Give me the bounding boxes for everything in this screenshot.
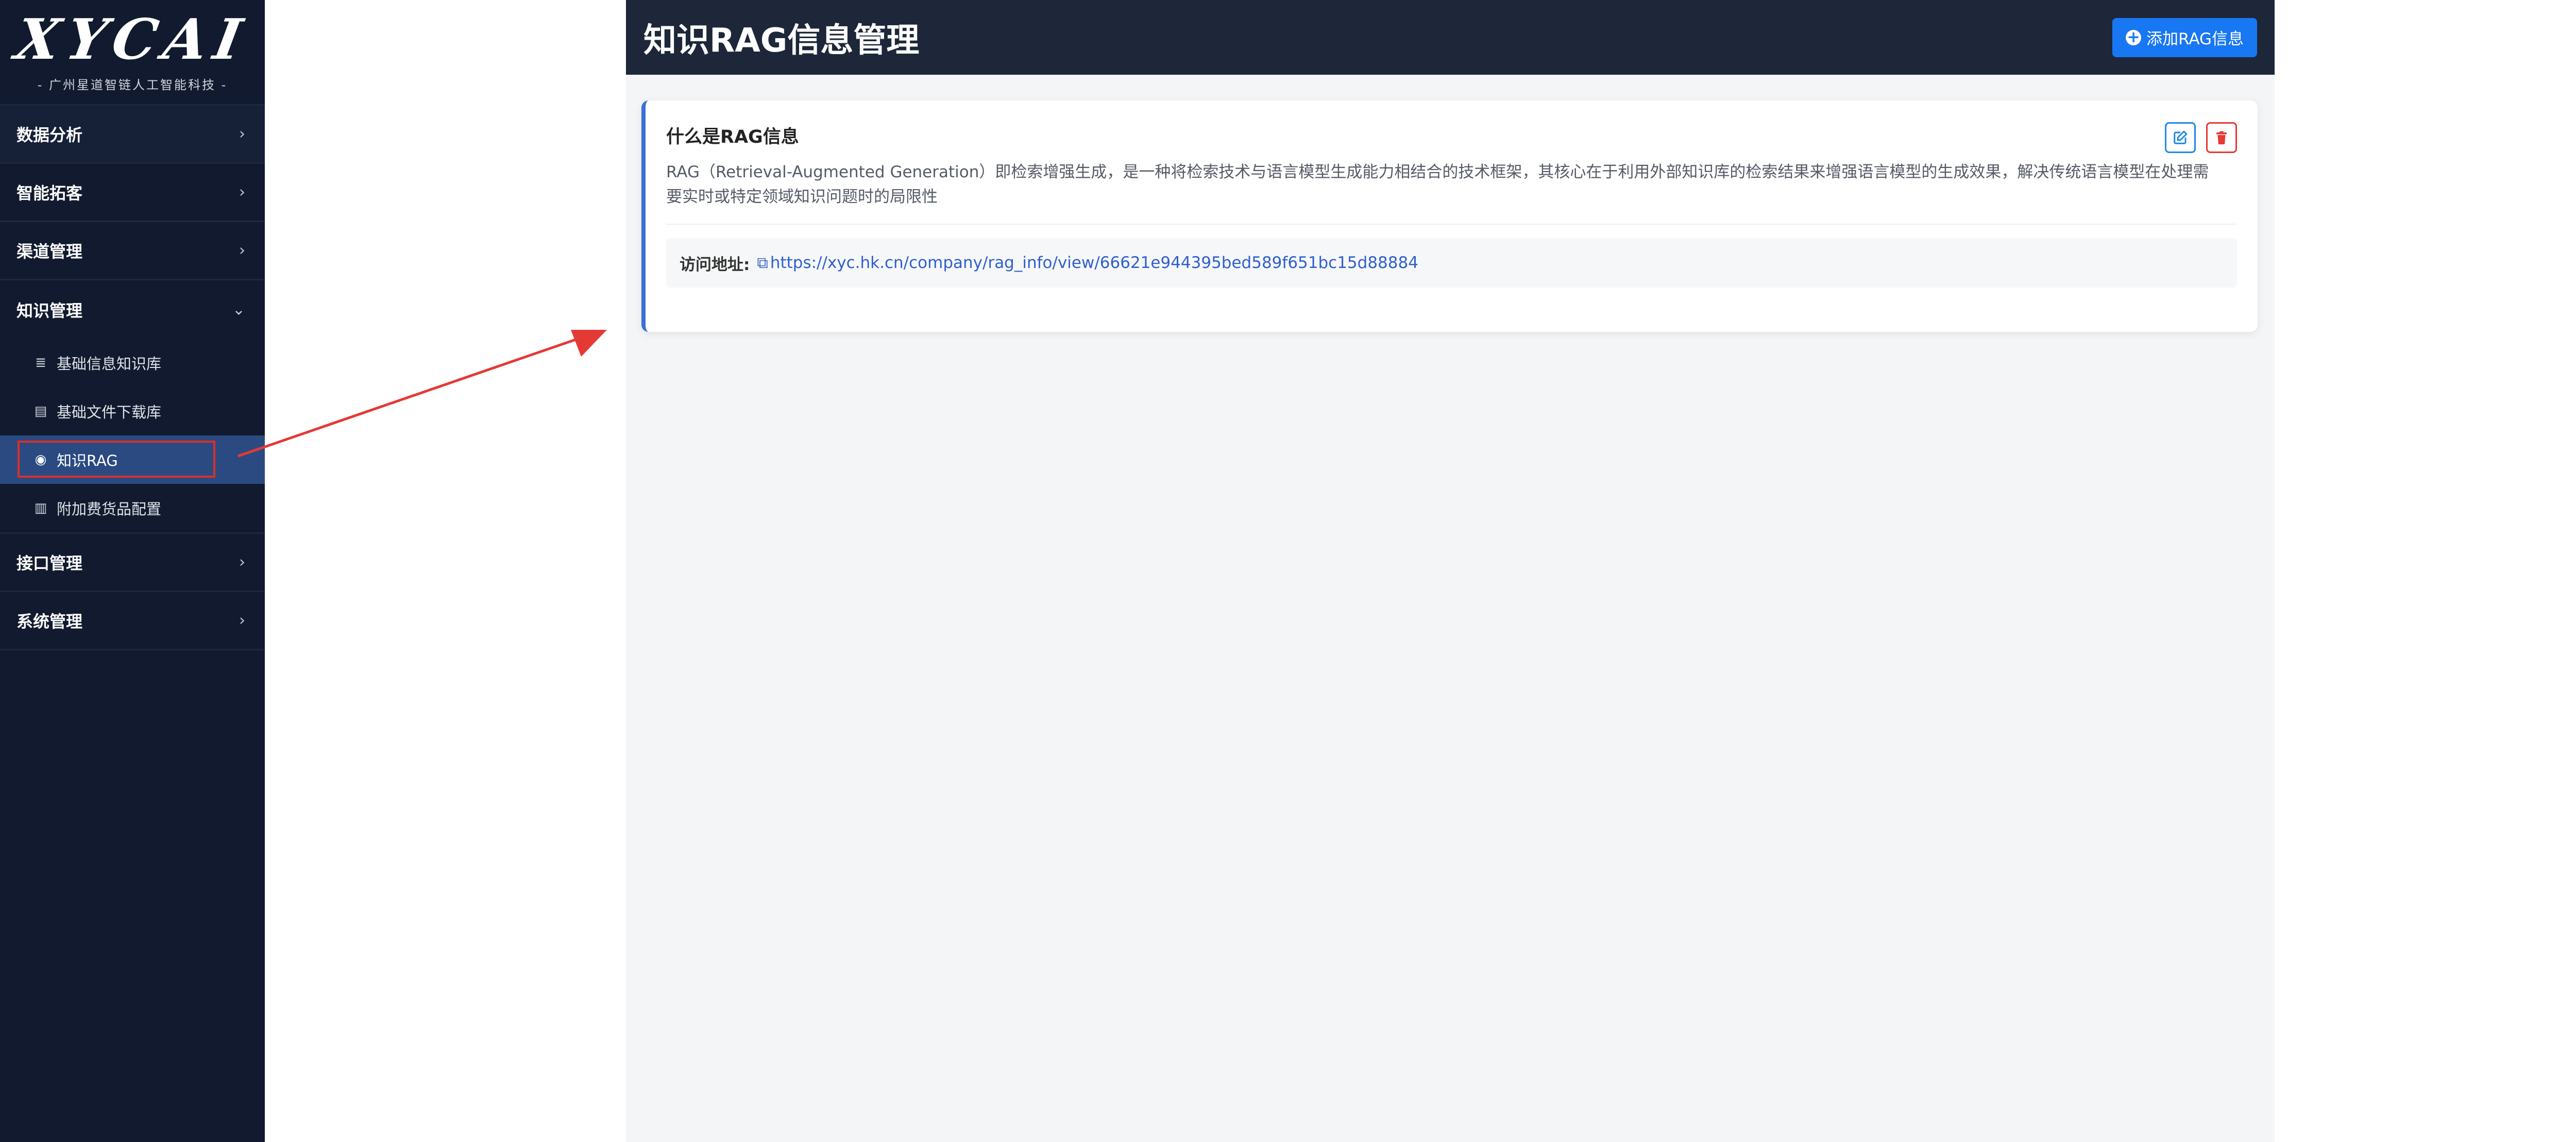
page-title: 知识RAG信息管理	[643, 21, 920, 60]
access-url-box: 访问地址: ⧉ https://xyc.hk.cn/company/rag_in…	[666, 238, 2237, 288]
annotation-arrow-head	[571, 330, 607, 357]
nav-item-label: 知识管理	[16, 300, 83, 321]
nav-item-label: 系统管理	[16, 612, 83, 631]
sub-item-file-download-library[interactable]: ▤ 基础文件下载库	[0, 387, 265, 435]
card-divider	[666, 224, 2237, 225]
sidebar: XYCAI - 广州星道智链人工智能科技 - 数据分析 › 智能拓客 › 渠道管…	[0, 0, 265, 1142]
nav-item-label: 渠道管理	[16, 242, 83, 261]
nav-item-api-management[interactable]: 接口管理 ›	[0, 534, 265, 592]
chevron-right-icon: ›	[239, 553, 245, 572]
page-header: 知识RAG信息管理 + 添加RAG信息	[626, 0, 2275, 75]
chevron-right-icon: ›	[239, 241, 245, 260]
add-button-label: 添加RAG信息	[2146, 30, 2244, 48]
nav-item-smart-prospecting[interactable]: 智能拓客 ›	[0, 164, 265, 222]
nav-item-label: 数据分析	[16, 125, 83, 145]
logo[interactable]: XYCAI - 广州星道智链人工智能科技 -	[0, 0, 265, 106]
main-panel: 知识RAG信息管理 + 添加RAG信息 什么是RAG信息 RAG（Retriev…	[626, 0, 2275, 1142]
sub-item-label: 基础文件下载库	[57, 404, 162, 421]
sub-item-knowledge-rag[interactable]: ◉ 知识RAG	[0, 435, 265, 484]
nav-item-knowledge-management[interactable]: 知识管理 ⌄	[0, 280, 265, 339]
annotation-arrow-line	[238, 338, 578, 458]
logo-mark: XYCAI	[11, 7, 254, 72]
nav-item-system-management[interactable]: 系统管理 ›	[0, 592, 265, 650]
add-rag-info-button[interactable]: + 添加RAG信息	[2112, 18, 2257, 57]
external-link-icon: ⧉	[757, 254, 768, 272]
database-icon: ≣	[35, 355, 46, 371]
card-actions	[2165, 122, 2237, 153]
nav-item-label: 智能拓客	[16, 183, 83, 203]
nav-item-channel-management[interactable]: 渠道管理 ›	[0, 222, 265, 280]
sub-item-surcharge-goods-config[interactable]: ▥ 附加费货品配置	[0, 484, 265, 532]
luggage-icon: ▥	[34, 500, 47, 516]
plus-circle-icon: +	[2126, 29, 2142, 45]
card-description: RAG（Retrieval-Augmented Generation）即检索增强…	[666, 163, 2209, 206]
sub-item-label: 基础信息知识库	[57, 355, 162, 373]
chevron-right-icon: ›	[239, 611, 245, 630]
edit-icon	[2174, 130, 2188, 144]
chevron-down-icon: ⌄	[232, 300, 245, 318]
chevron-right-icon: ›	[239, 183, 245, 201]
access-url-link[interactable]: https://xyc.hk.cn/company/rag_info/view/…	[770, 254, 1418, 272]
sub-item-label: 附加费货品配置	[57, 500, 162, 518]
knowledge-submenu: ≣ 基础信息知识库 ▤ 基础文件下载库 ◉ 知识RAG ▥ 附加费货品配置	[0, 339, 265, 534]
card-title: 什么是RAG信息	[666, 127, 799, 147]
nav-item-label: 接口管理	[16, 553, 83, 573]
sub-item-basic-knowledge-base[interactable]: ≣ 基础信息知识库	[0, 339, 265, 387]
edit-button[interactable]	[2165, 122, 2196, 153]
rag-info-card: 什么是RAG信息 RAG（Retrieval-Augmented Generat…	[641, 100, 2258, 332]
delete-button[interactable]	[2206, 122, 2237, 153]
trash-icon	[2216, 131, 2227, 145]
nav-item-data-analysis[interactable]: 数据分析 ›	[0, 106, 265, 164]
logo-subtitle: - 广州星道智链人工智能科技 -	[37, 77, 228, 92]
chevron-right-icon: ›	[239, 125, 245, 143]
access-url-label: 访问地址:	[680, 255, 750, 274]
annotation-highlight-box	[18, 441, 215, 478]
file-icon: ▤	[34, 404, 47, 419]
